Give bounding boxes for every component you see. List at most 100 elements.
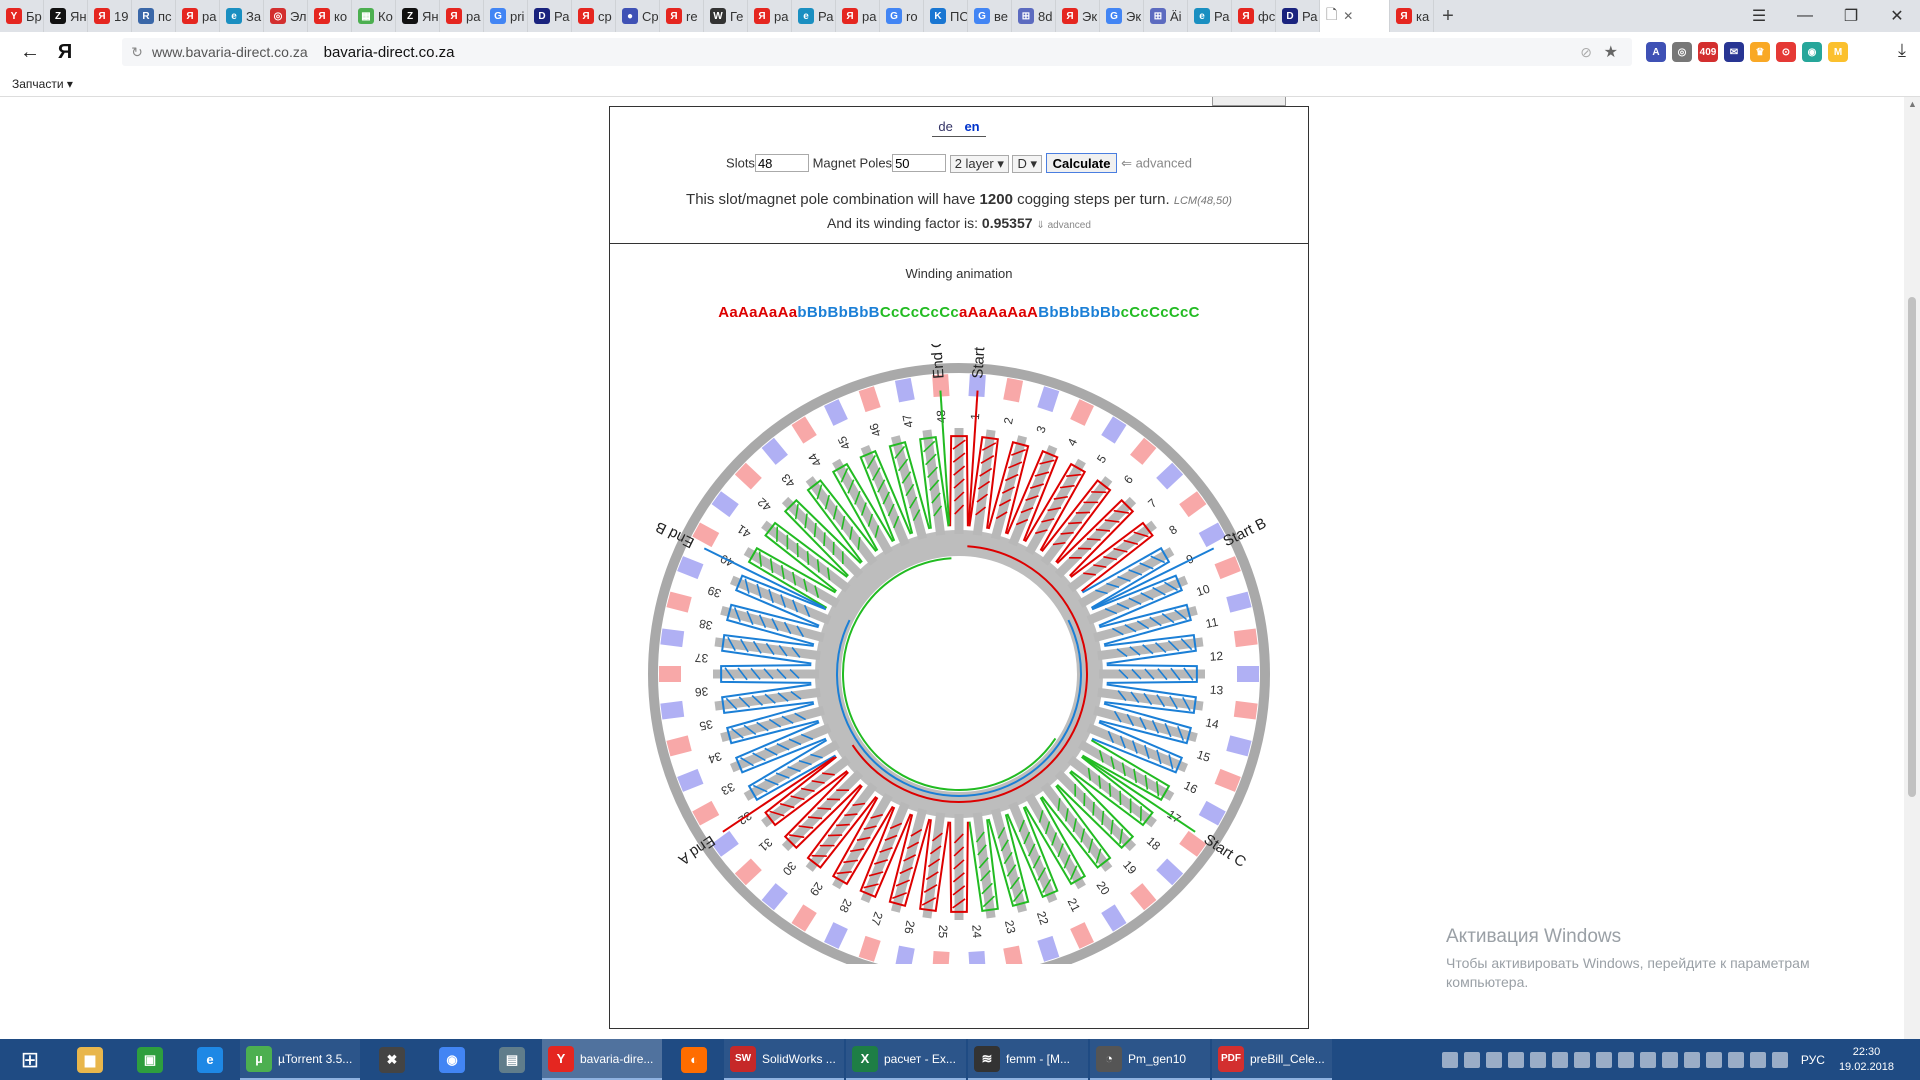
tray-icon[interactable] xyxy=(1463,1051,1480,1068)
top-button-fragment[interactable] xyxy=(1212,97,1286,106)
address-bar[interactable]: ↻ www.bavaria-direct.co.za bavaria-direc… xyxy=(122,38,1632,66)
page-scrollbar[interactable]: ▲ xyxy=(1904,97,1920,1039)
browser-tab[interactable]: e Ра xyxy=(792,0,836,32)
taskbar-app[interactable]: ◐ xyxy=(664,1039,724,1080)
browser-logo[interactable]: Я xyxy=(50,41,80,64)
taskbar-app[interactable]: µ µTorrent 3.5... xyxy=(240,1039,360,1080)
taskbar-app[interactable]: ◉ xyxy=(422,1039,482,1080)
taskbar-app[interactable]: ✖ xyxy=(362,1039,422,1080)
tray-icon[interactable] xyxy=(1639,1051,1656,1068)
download-icon[interactable]: ⤓ xyxy=(1898,40,1906,61)
pinned-store[interactable]: ▣ xyxy=(120,1039,180,1080)
bookmark-star-icon[interactable]: ★ xyxy=(1604,42,1618,62)
taskbar-app[interactable]: ▤ xyxy=(482,1039,542,1080)
close-window-button[interactable]: ✕ xyxy=(1874,6,1920,26)
taskbar-app[interactable]: ◔ Pm_gen10 xyxy=(1090,1039,1210,1080)
tray-icon[interactable] xyxy=(1551,1051,1568,1068)
tray-icon[interactable] xyxy=(1705,1051,1722,1068)
tray-icon[interactable] xyxy=(1683,1051,1700,1068)
extension-icon[interactable]: 409 xyxy=(1698,42,1718,62)
connection-select[interactable]: D ▾ xyxy=(1012,155,1042,174)
winding-factor-advanced-link[interactable]: ⇓ advanced xyxy=(1036,220,1091,231)
browser-tab[interactable]: Y Бр xyxy=(0,0,44,32)
minimize-button[interactable]: — xyxy=(1782,7,1828,25)
tray-icon[interactable] xyxy=(1595,1051,1612,1068)
browser-tab[interactable]: ▦ Ко xyxy=(352,0,396,32)
pinned-file-explorer[interactable]: ▆ xyxy=(60,1039,120,1080)
taskbar-app[interactable]: ≋ femm - [M... xyxy=(968,1039,1088,1080)
browser-tab[interactable]: Gве xyxy=(968,0,1012,32)
browser-tab-active[interactable]: 🗋 ✕ xyxy=(1320,0,1390,32)
browser-tab[interactable]: Я 19 xyxy=(88,0,132,32)
close-tab-icon[interactable]: ✕ xyxy=(1343,9,1353,23)
browser-tab[interactable]: e Ра xyxy=(1188,0,1232,32)
taskbar-app[interactable]: SW SolidWorks ... xyxy=(724,1039,844,1080)
extension-icon[interactable]: ◉ xyxy=(1802,42,1822,62)
bookmark-folder-zapchasti[interactable]: Запчасти ▾ xyxy=(12,77,73,91)
browser-tab[interactable]: D Ра xyxy=(1276,0,1320,32)
pinned-ie[interactable]: e xyxy=(180,1039,240,1080)
browser-tab[interactable]: Яка xyxy=(1390,0,1434,32)
reload-icon[interactable]: ↻ xyxy=(122,44,152,61)
new-tab-button[interactable]: + xyxy=(1434,0,1462,32)
magnet-poles-input[interactable] xyxy=(892,154,947,172)
taskbar-app[interactable]: Ybavaria-dire... xyxy=(542,1039,662,1080)
browser-tab[interactable]: Яко xyxy=(308,0,352,32)
taskbar-app[interactable]: PDF preBill_Cele... xyxy=(1212,1039,1332,1080)
browser-tab[interactable]: W Ге xyxy=(704,0,748,32)
browser-tab[interactable]: ⊞ 8d xyxy=(1012,0,1056,32)
browser-menu-icon[interactable]: ☰ xyxy=(1736,6,1782,26)
browser-tab[interactable]: Яра xyxy=(440,0,484,32)
extension-icon[interactable]: ◎ xyxy=(1672,42,1692,62)
browser-tab[interactable]: e За xyxy=(220,0,264,32)
browser-tab[interactable]: Я Эк xyxy=(1056,0,1100,32)
tray-icon[interactable] xyxy=(1617,1051,1634,1068)
volume-icon[interactable] xyxy=(1771,1051,1788,1068)
calculate-button[interactable]: Calculate xyxy=(1045,153,1118,173)
layer-select[interactable]: 2 layer ▾ xyxy=(949,155,1009,174)
restore-button[interactable]: ❐ xyxy=(1828,6,1874,26)
browser-tab[interactable]: Яра xyxy=(748,0,792,32)
browser-tab[interactable]: ⊞ Äi xyxy=(1144,0,1188,32)
tray-icon[interactable] xyxy=(1661,1051,1678,1068)
browser-tab[interactable]: Яre xyxy=(660,0,704,32)
browser-tab[interactable]: Z Ян xyxy=(396,0,440,32)
reader-mode-icon[interactable]: ⊘ xyxy=(1580,44,1592,61)
browser-tab[interactable]: Яфс xyxy=(1232,0,1276,32)
browser-tab[interactable]: Rпс xyxy=(132,0,176,32)
lang-en-link[interactable]: en xyxy=(964,119,979,134)
back-button[interactable]: ← xyxy=(10,41,50,64)
tray-icon[interactable] xyxy=(1441,1051,1458,1068)
lang-de-link[interactable]: de xyxy=(938,119,952,134)
browser-tab[interactable]: Gpri xyxy=(484,0,528,32)
input-language[interactable]: РУС xyxy=(1801,1053,1825,1067)
tray-icon[interactable] xyxy=(1485,1051,1502,1068)
tray-icon[interactable] xyxy=(1507,1051,1524,1068)
tray-icon[interactable] xyxy=(1573,1051,1590,1068)
extension-icon[interactable]: ⊙ xyxy=(1776,42,1796,62)
slots-input[interactable] xyxy=(754,154,809,172)
tray-icon[interactable] xyxy=(1529,1051,1546,1068)
clock[interactable]: 22:30 19.02.2018 xyxy=(1839,1045,1894,1075)
scroll-up-icon[interactable]: ▲ xyxy=(1908,99,1917,109)
taskbar-app[interactable]: Xрасчет - Ex... xyxy=(846,1039,966,1080)
extension-icon[interactable]: M xyxy=(1828,42,1848,62)
browser-tab[interactable]: Gro xyxy=(880,0,924,32)
browser-tab[interactable]: Яср xyxy=(572,0,616,32)
browser-tab[interactable]: Яра xyxy=(836,0,880,32)
extension-icon[interactable]: A xyxy=(1646,42,1666,62)
browser-tab[interactable]: D Ра xyxy=(528,0,572,32)
browser-tab[interactable]: ◎ Эл xyxy=(264,0,308,32)
browser-tab[interactable]: Яра xyxy=(176,0,220,32)
browser-tab[interactable]: Z Ян xyxy=(44,0,88,32)
browser-tab[interactable]: ● Ср xyxy=(616,0,660,32)
scrollbar-thumb[interactable] xyxy=(1908,297,1916,797)
extension-icon[interactable]: ♛ xyxy=(1750,42,1770,62)
start-button[interactable]: ⊞ xyxy=(0,1039,60,1080)
browser-tab[interactable]: G Эк xyxy=(1100,0,1144,32)
browser-tab[interactable]: K ПС xyxy=(924,0,968,32)
tray-icon[interactable] xyxy=(1749,1051,1766,1068)
advanced-link[interactable]: ⇐ advanced xyxy=(1121,156,1192,171)
tray-icon[interactable] xyxy=(1727,1051,1744,1068)
extension-icon[interactable]: ✉ xyxy=(1724,42,1744,62)
